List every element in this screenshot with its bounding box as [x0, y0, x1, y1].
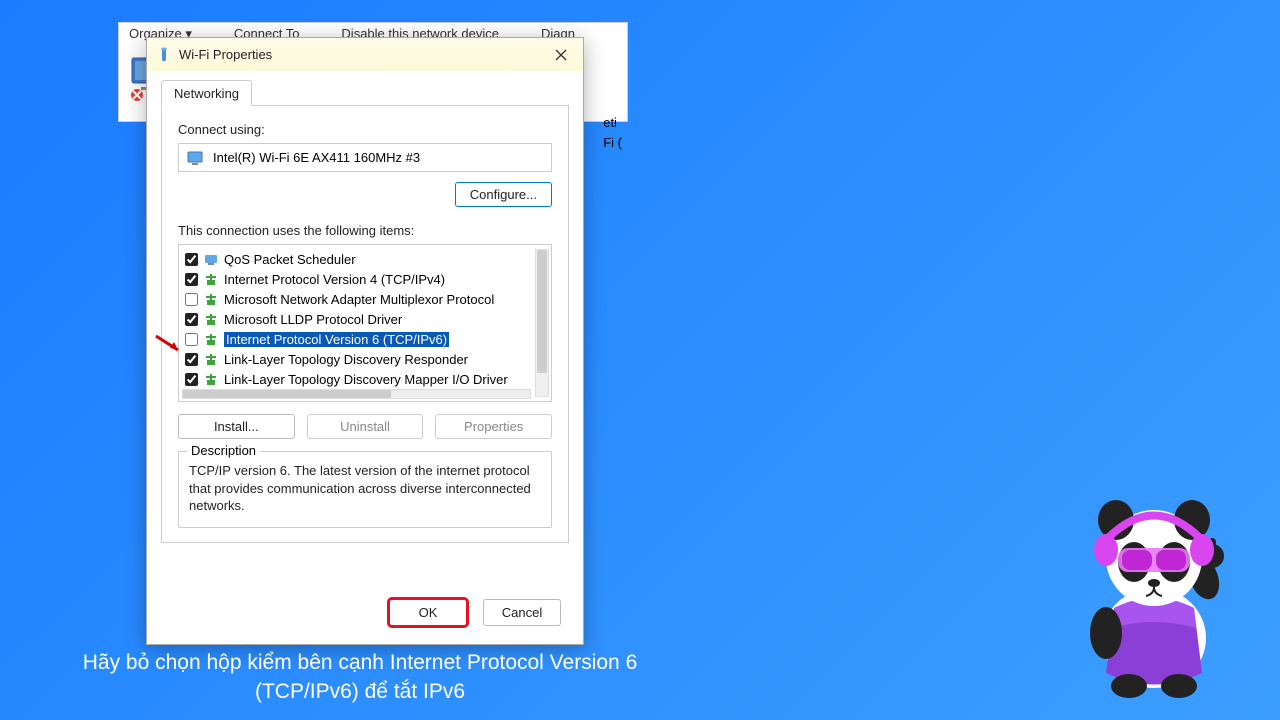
- titlebar: Wi-Fi Properties: [147, 38, 583, 71]
- properties-button[interactable]: Properties: [435, 414, 552, 439]
- ipv6-checkbox[interactable]: [185, 333, 198, 346]
- protocol-icon: [204, 292, 218, 306]
- item-checkbox[interactable]: [185, 253, 198, 266]
- item-checkbox[interactable]: [185, 313, 198, 326]
- protocol-icon: [204, 372, 218, 386]
- instruction-caption: Hãy bỏ chọn hộp kiểm bên cạnh Internet P…: [80, 649, 640, 706]
- items-listbox[interactable]: QoS Packet Scheduler Internet Protocol Ve…: [178, 244, 552, 402]
- tab-panel: Connect using: Intel(R) Wi-Fi 6E AX411 1…: [161, 105, 569, 543]
- protocol-icon: [204, 352, 218, 366]
- parent-text-fragment: eti Fi (: [603, 113, 622, 153]
- list-item[interactable]: Internet Protocol Version 4 (TCP/IPv4): [185, 269, 545, 289]
- list-item[interactable]: Microsoft LLDP Protocol Driver: [185, 309, 545, 329]
- protocol-icon: [204, 312, 218, 326]
- adapter-icon: [187, 151, 205, 165]
- uninstall-button: Uninstall: [307, 414, 424, 439]
- item-label: Internet Protocol Version 6 (TCP/IPv6): [224, 332, 449, 347]
- cancel-button[interactable]: Cancel: [483, 599, 561, 626]
- adapter-field[interactable]: Intel(R) Wi-Fi 6E AX411 160MHz #3: [178, 143, 552, 172]
- protocol-icon: [204, 272, 218, 286]
- list-item[interactable]: QoS Packet Scheduler: [185, 249, 545, 269]
- network-service-icon: [204, 252, 218, 266]
- close-icon: [555, 49, 567, 61]
- items-label: This connection uses the following items…: [178, 223, 552, 238]
- adapter-name: Intel(R) Wi-Fi 6E AX411 160MHz #3: [213, 150, 420, 165]
- item-label: Microsoft Network Adapter Multiplexor Pr…: [224, 292, 494, 307]
- item-checkbox[interactable]: [185, 293, 198, 306]
- protocol-icon: [204, 332, 218, 346]
- dialog-title: Wi-Fi Properties: [179, 47, 549, 62]
- tab-networking[interactable]: Networking: [161, 80, 252, 106]
- item-label: Microsoft LLDP Protocol Driver: [224, 312, 402, 327]
- list-item[interactable]: Internet Protocol Version 6 (TCP/IPv6): [185, 329, 545, 349]
- list-item[interactable]: Microsoft Network Adapter Multiplexor Pr…: [185, 289, 545, 309]
- wifi-icon: [157, 47, 171, 63]
- item-checkbox[interactable]: [185, 273, 198, 286]
- description-group: Description TCP/IP version 6. The latest…: [178, 451, 552, 528]
- panda-mascot: [1054, 488, 1254, 698]
- connect-using-label: Connect using:: [178, 122, 552, 137]
- horizontal-scrollbar[interactable]: [182, 389, 531, 399]
- item-label: Link-Layer Topology Discovery Mapper I/O…: [224, 372, 508, 387]
- list-item[interactable]: Link-Layer Topology Discovery Responder: [185, 349, 545, 369]
- item-label: Internet Protocol Version 4 (TCP/IPv4): [224, 272, 445, 287]
- description-text: TCP/IP version 6. The latest version of …: [189, 462, 541, 515]
- wifi-properties-dialog: Wi-Fi Properties Networking Connect usin…: [146, 37, 584, 645]
- description-legend: Description: [187, 443, 260, 458]
- item-label: QoS Packet Scheduler: [224, 252, 356, 267]
- close-button[interactable]: [549, 43, 573, 67]
- configure-button[interactable]: Configure...: [455, 182, 552, 207]
- item-checkbox[interactable]: [185, 373, 198, 386]
- ok-button[interactable]: OK: [389, 599, 467, 626]
- tab-strip: Networking: [147, 71, 583, 105]
- item-label: Link-Layer Topology Discovery Responder: [224, 352, 468, 367]
- list-item[interactable]: Link-Layer Topology Discovery Mapper I/O…: [185, 369, 545, 389]
- vertical-scrollbar[interactable]: [535, 249, 549, 397]
- install-button[interactable]: Install...: [178, 414, 295, 439]
- item-checkbox[interactable]: [185, 353, 198, 366]
